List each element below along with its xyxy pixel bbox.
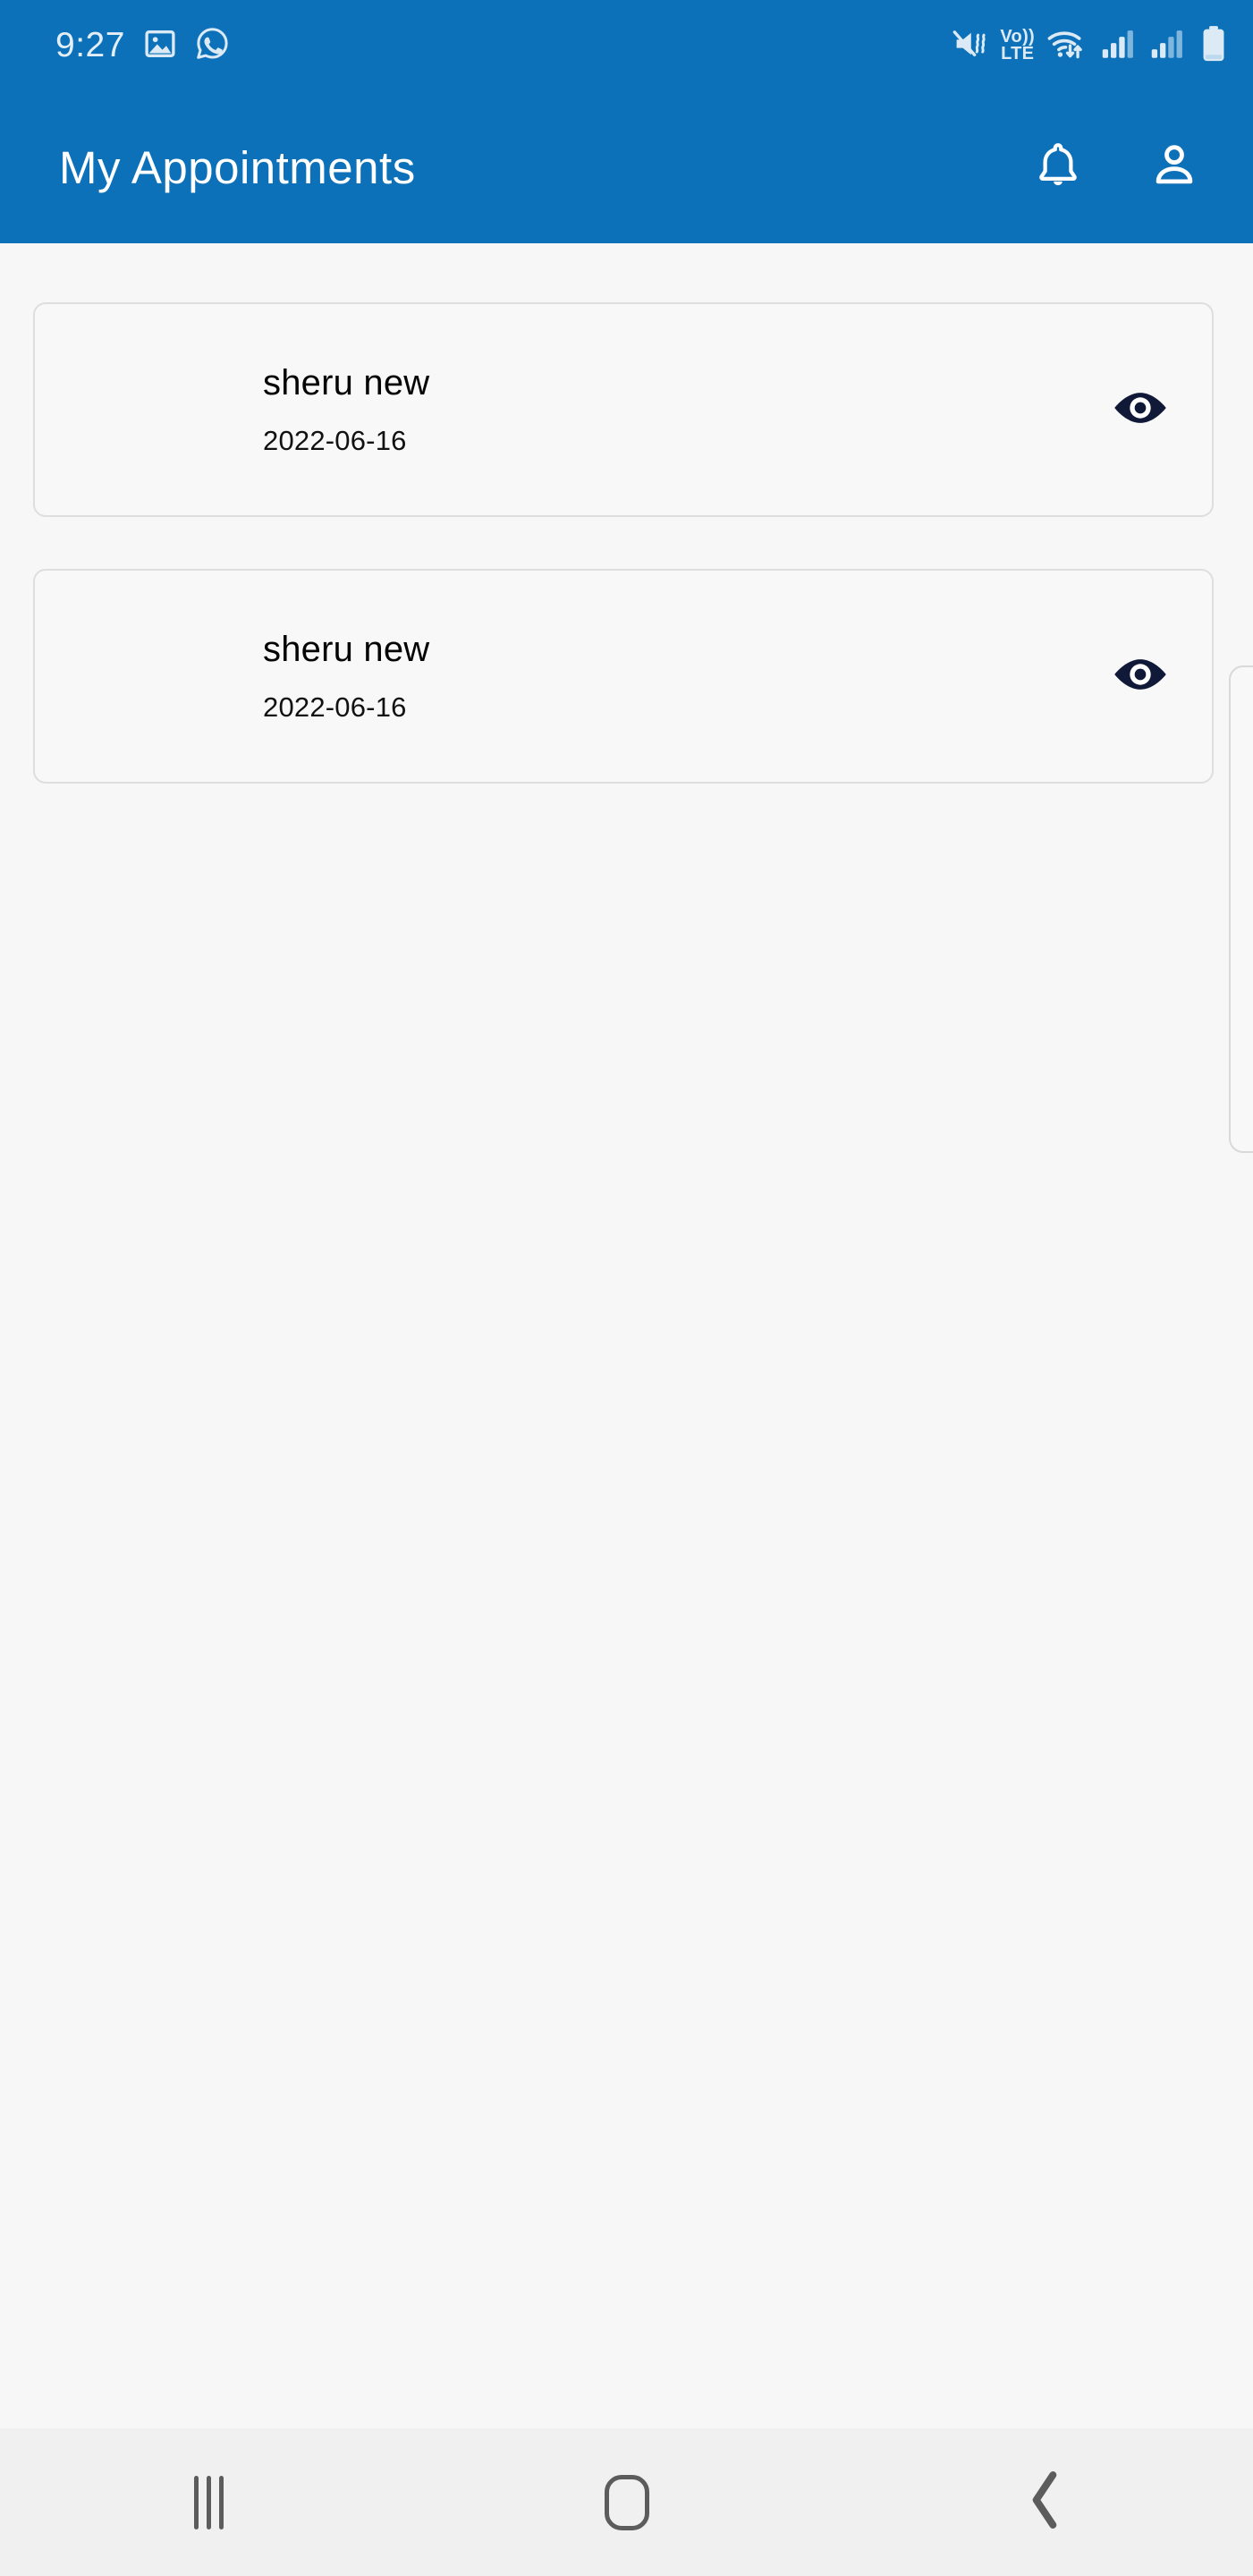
status-bar: 9:27 Vo)) LTE <box>0 0 1253 91</box>
volte-line2: LTE <box>1001 44 1035 64</box>
appointment-list: sheru new 2022-06-16 sheru new 2022-06-1… <box>0 243 1253 835</box>
bell-icon <box>1032 140 1084 196</box>
battery-icon <box>1199 25 1228 67</box>
appointment-card[interactable]: sheru new 2022-06-16 <box>33 302 1214 517</box>
appointment-info: sheru new 2022-06-16 <box>263 630 1105 723</box>
signal-bars-sim2-icon <box>1150 28 1188 64</box>
appointment-info: sheru new 2022-06-16 <box>263 363 1105 456</box>
gallery-icon <box>143 27 177 65</box>
volte-icon: Vo)) LTE <box>1000 28 1035 64</box>
phone-screen: 9:27 Vo)) LTE My Appointments sheru new … <box>0 0 1253 2576</box>
status-bar-left-group: 9:27 <box>55 26 230 65</box>
wifi-data-transfer-icon <box>1046 27 1089 65</box>
appointment-card[interactable]: sheru new 2022-06-16 <box>33 569 1214 784</box>
back-button[interactable] <box>960 2428 1130 2576</box>
whatsapp-icon <box>195 26 230 65</box>
back-chevron-icon <box>1021 2469 1068 2536</box>
view-appointment-button[interactable] <box>1105 640 1176 712</box>
status-bar-right-group: Vo)) LTE <box>952 25 1228 67</box>
profile-button[interactable] <box>1142 135 1206 199</box>
home-icon <box>604 2474 649 2530</box>
appointment-title: sheru new <box>263 630 430 670</box>
appointment-date: 2022-06-16 <box>263 691 407 723</box>
offscreen-card-edge <box>1229 665 1253 1153</box>
status-bar-clock: 9:27 <box>55 26 125 64</box>
view-appointment-button[interactable] <box>1105 374 1176 445</box>
signal-bars-sim1-icon <box>1101 28 1139 64</box>
mute-vibrate-icon <box>952 28 988 64</box>
notifications-button[interactable] <box>1026 135 1090 199</box>
person-icon <box>1148 140 1200 196</box>
appointment-title: sheru new <box>263 363 430 403</box>
page-title: My Appointments <box>59 141 416 193</box>
app-bar-actions <box>1026 135 1206 199</box>
appointment-date: 2022-06-16 <box>263 424 407 456</box>
eye-icon <box>1113 387 1168 433</box>
android-navigation-bar <box>0 2428 1253 2576</box>
home-button[interactable] <box>542 2428 712 2576</box>
recents-icon <box>194 2475 224 2529</box>
app-bar: My Appointments <box>0 91 1253 243</box>
main-content: sheru new 2022-06-16 sheru new 2022-06-1… <box>0 243 1253 2428</box>
recents-button[interactable] <box>124 2428 294 2576</box>
eye-icon <box>1113 654 1168 699</box>
